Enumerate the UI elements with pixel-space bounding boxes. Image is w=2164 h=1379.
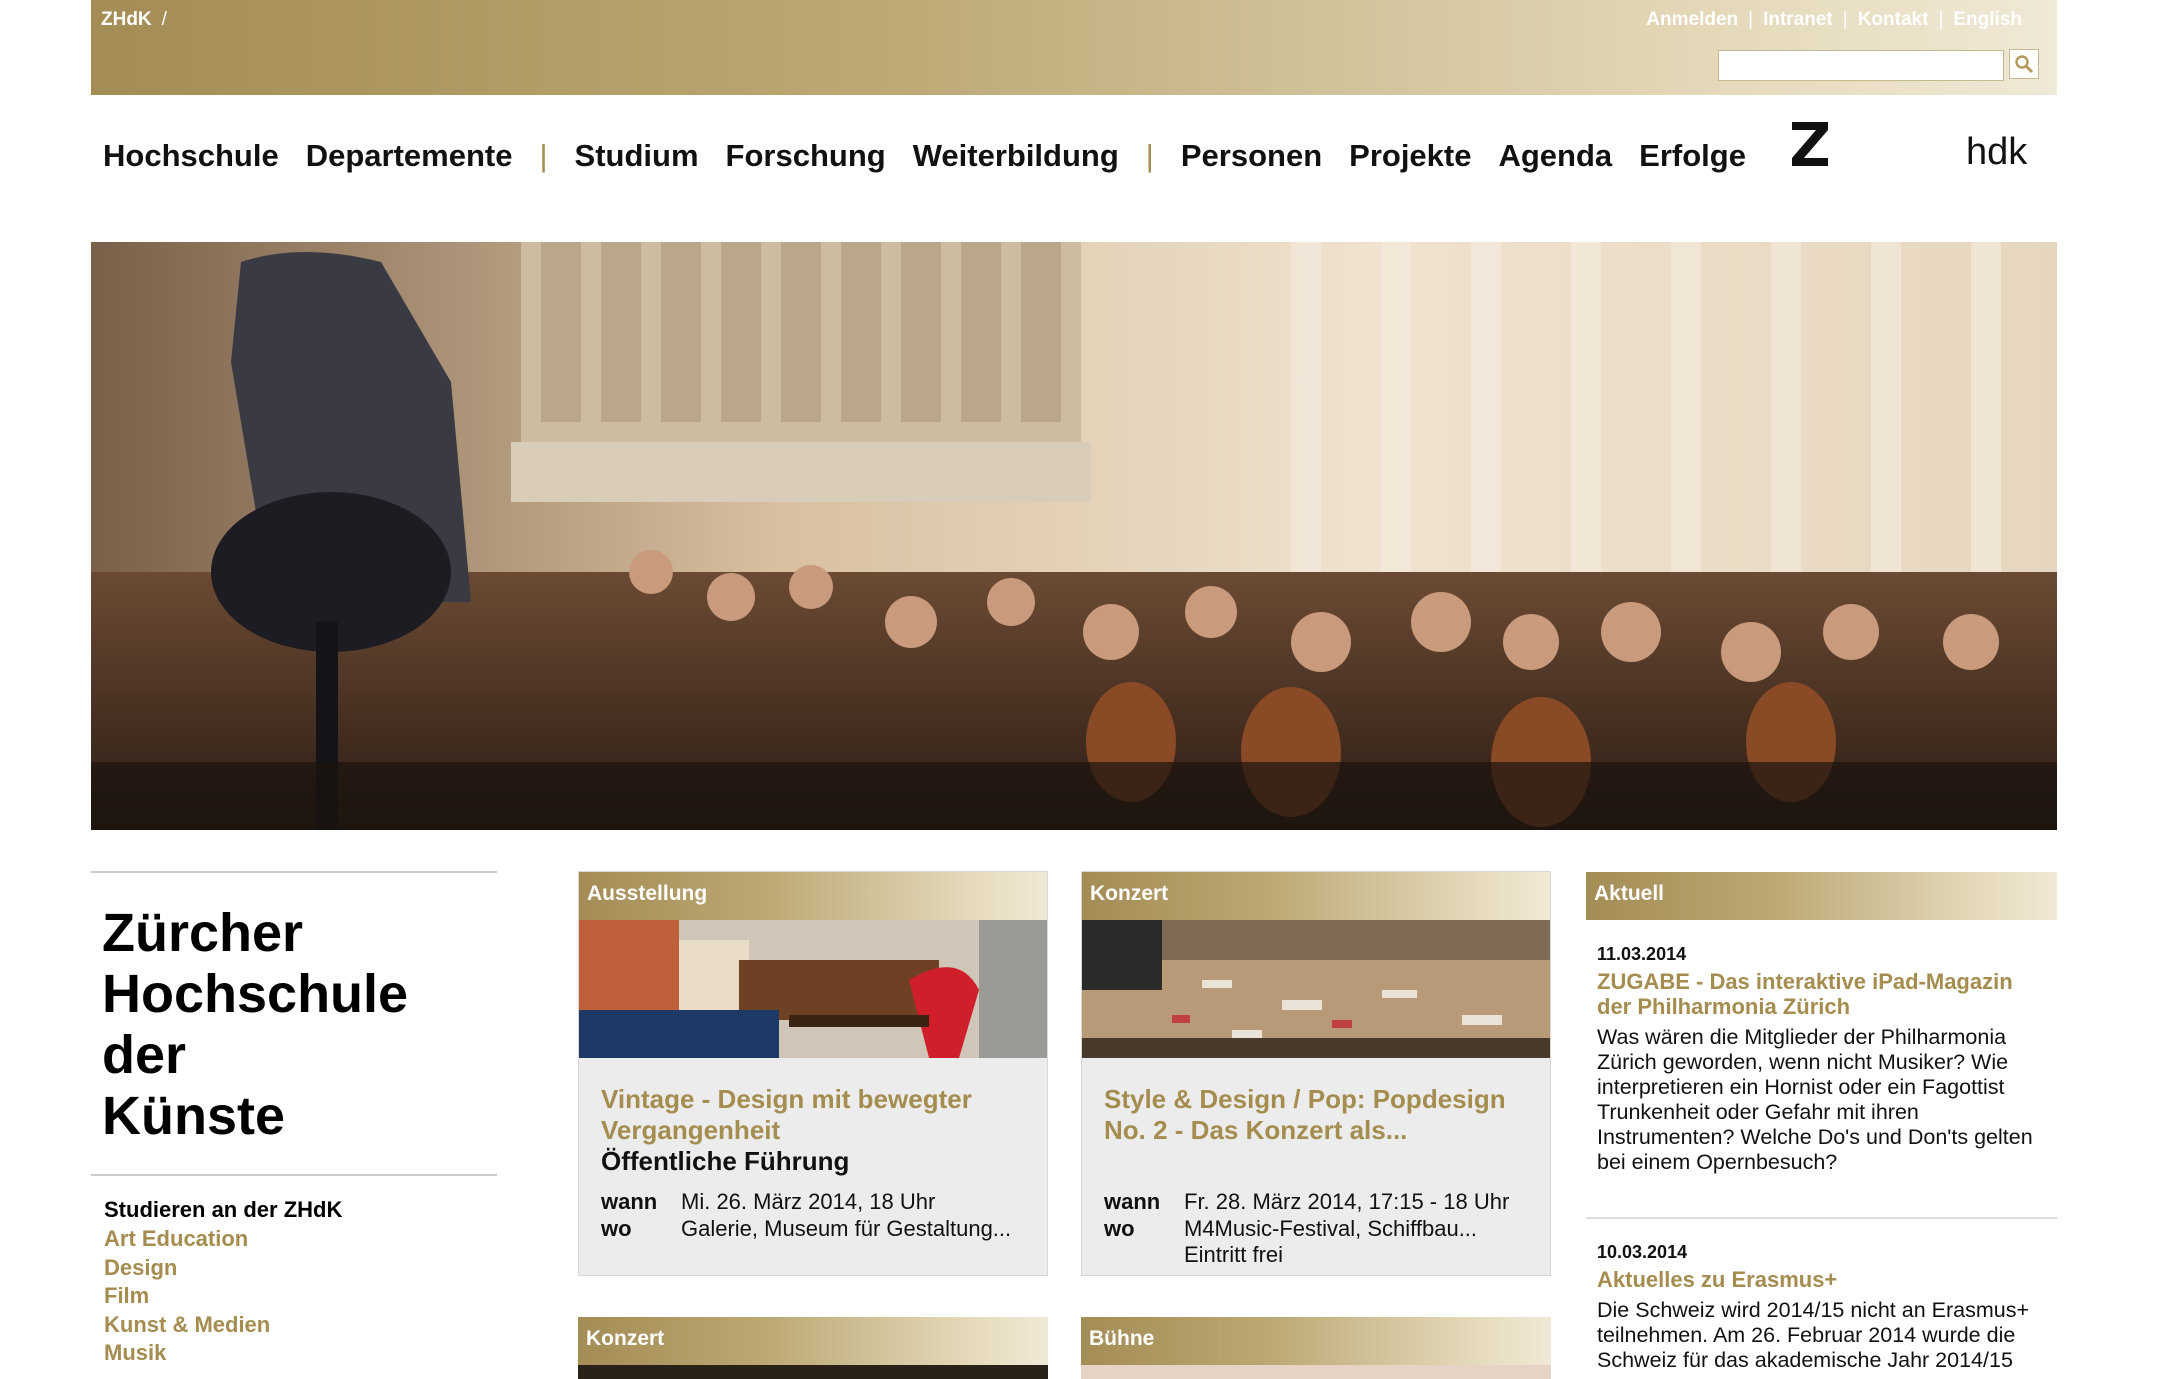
study-links: Art Education Design Film Kunst & Medien… (104, 1225, 270, 1368)
nav-agenda[interactable]: Agenda (1498, 138, 1612, 174)
card-category: Konzert (1082, 872, 1550, 920)
nav-forschung[interactable]: Forschung (726, 138, 886, 174)
card-title[interactable]: Style & Design / Pop: Popdesign No. 2 - … (1104, 1084, 1528, 1146)
card-image[interactable] (1082, 920, 1550, 1058)
exhibition-photo (579, 920, 1047, 1058)
study-link-film[interactable]: Film (104, 1282, 270, 1311)
when-value: Fr. 28. März 2014, 17:15 - 18 Uhr (1184, 1189, 1510, 1214)
brand[interactable]: ZHdK / (101, 9, 167, 31)
news-item: 10.03.2014 Aktuelles zu Erasmus+ Die Sch… (1597, 1242, 2047, 1373)
concert-photo (1082, 920, 1550, 1058)
nav-erfolge[interactable]: Erfolge (1639, 138, 1746, 174)
main-nav: Hochschule Departemente | Studium Forsch… (103, 138, 1773, 174)
where-value: Galerie, Museum für Gestaltung... (681, 1215, 1012, 1241)
card-when: wann Mi. 26. März 2014, 18 Uhr (601, 1189, 1025, 1216)
utility-nav: Anmelden | Intranet | Kontakt | English (1646, 9, 2022, 31)
where-label: wo (1104, 1215, 1135, 1241)
brand-link[interactable]: ZHdK (101, 9, 152, 30)
separator: | (1842, 9, 1848, 30)
title-line: Zürcher (102, 903, 304, 963)
separator: | (1748, 9, 1754, 30)
search-button[interactable] (2009, 49, 2039, 79)
separator: | (1938, 9, 1944, 30)
news-heading: Aktuell (1586, 872, 2057, 920)
nav-projekte[interactable]: Projekte (1349, 138, 1471, 174)
school-title: Zürcher Hochschule der Künste (102, 903, 492, 1147)
hero-image[interactable] (91, 242, 2057, 830)
nav-departemente[interactable]: Departemente (306, 138, 513, 174)
study-heading: Studieren an der ZHdK (104, 1197, 343, 1222)
divider (1586, 1217, 2057, 1219)
study-link-kunst-medien[interactable]: Kunst & Medien (104, 1311, 270, 1340)
when-value: Mi. 26. März 2014, 18 Uhr (681, 1189, 936, 1214)
zhdk-logo-hdk[interactable]: hdk (1966, 131, 2027, 174)
card-image[interactable] (578, 1365, 1048, 1379)
orchestra-photo (91, 242, 2057, 830)
news-date: 11.03.2014 (1597, 944, 1687, 964)
event-card-header[interactable]: Konzert (578, 1317, 1048, 1365)
where-value: M4Music-Festival, Schiffbau... Eintritt … (1184, 1215, 1478, 1268)
card-image[interactable] (579, 920, 1047, 1058)
brand-separator: / (161, 9, 167, 30)
news-item: 11.03.2014 ZUGABE - Das interaktive iPad… (1597, 944, 2047, 1175)
card-subtitle: Öffentliche Führung (601, 1146, 850, 1176)
divider (91, 871, 497, 873)
language-link[interactable]: English (1953, 9, 2022, 31)
title-line: der (102, 1025, 187, 1085)
zhdk-logo-z[interactable] (1788, 118, 1832, 170)
study-link-musik[interactable]: Musik (104, 1339, 270, 1368)
when-label: wann (1104, 1189, 1161, 1214)
card-when: wann Fr. 28. März 2014, 17:15 - 18 Uhr (1104, 1189, 1528, 1216)
title-line: Hochschule (102, 964, 409, 1024)
when-label: wann (601, 1189, 658, 1214)
card-where: wo M4Music-Festival, Schiffbau... Eintri… (1104, 1216, 1528, 1269)
news-title[interactable]: ZUGABE - Das interaktive iPad-Magazin de… (1597, 969, 2047, 1019)
search-icon (2015, 55, 2034, 74)
study-link-design[interactable]: Design (104, 1254, 270, 1283)
nav-studium[interactable]: Studium (575, 138, 699, 174)
card-category: Ausstellung (579, 872, 1047, 920)
card-where: wo Galerie, Museum für Gestaltung... (601, 1216, 1025, 1243)
divider (91, 1174, 497, 1176)
nav-separator: | (1145, 138, 1154, 173)
news-date: 10.03.2014 (1597, 1242, 1688, 1262)
where-label: wo (601, 1215, 632, 1241)
event-card[interactable]: Ausstellung Vintage - Design mit bewegte… (578, 871, 1048, 1276)
login-link[interactable]: Anmelden (1646, 9, 1738, 31)
nav-separator: | (539, 138, 548, 173)
contact-link[interactable]: Kontakt (1858, 9, 1929, 31)
card-title[interactable]: Vintage - Design mit bewegter Vergangenh… (601, 1084, 1025, 1146)
card-image[interactable] (1081, 1365, 1551, 1379)
nav-personen[interactable]: Personen (1181, 138, 1322, 174)
title-line: Künste (102, 1086, 286, 1146)
top-bar: ZHdK / Anmelden | Intranet | Kontakt | En… (91, 0, 2057, 95)
search-input[interactable] (1718, 50, 2004, 81)
news-text: Was wären die Mitglieder der Philharmoni… (1597, 1025, 2033, 1174)
news-text: Die Schweiz wird 2014/15 nicht an Erasmu… (1597, 1298, 2030, 1372)
nav-weiterbildung[interactable]: Weiterbildung (913, 138, 1119, 174)
event-card-header[interactable]: Bühne (1081, 1317, 1551, 1365)
event-card[interactable]: Konzert Style & Design / Pop: Popdesign … (1081, 871, 1551, 1276)
news-title[interactable]: Aktuelles zu Erasmus+ (1597, 1267, 2047, 1292)
nav-hochschule[interactable]: Hochschule (103, 138, 279, 174)
intranet-link[interactable]: Intranet (1763, 9, 1833, 31)
study-link-art-education[interactable]: Art Education (104, 1225, 270, 1254)
